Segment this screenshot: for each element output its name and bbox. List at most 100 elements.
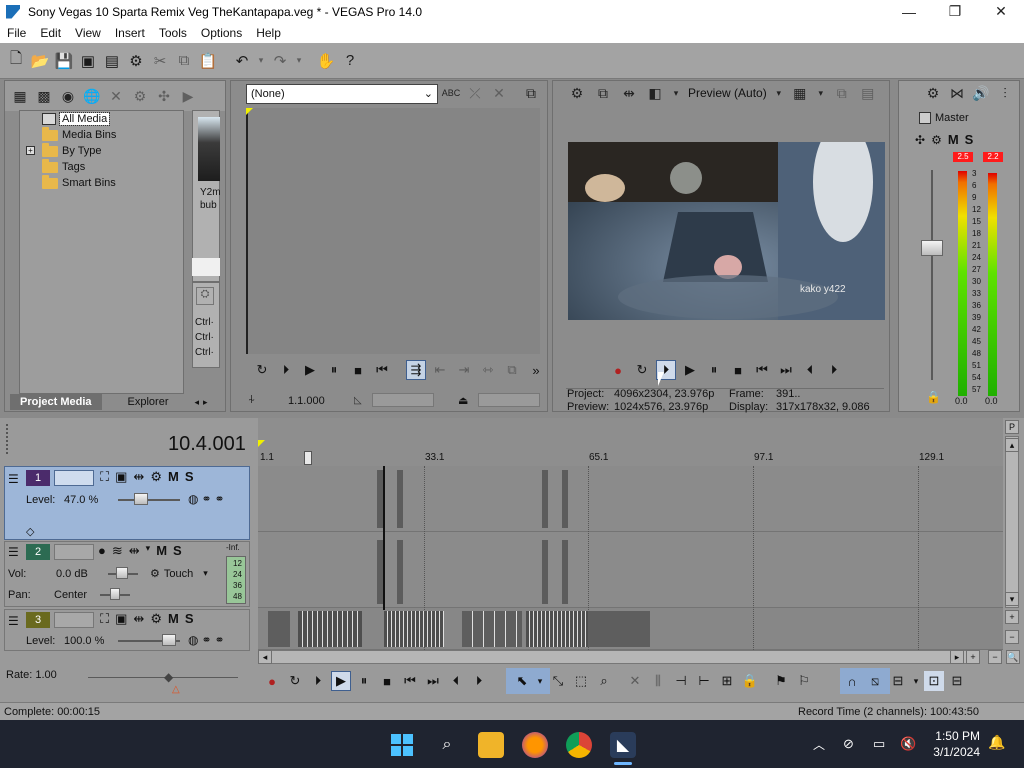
undo-history-icon[interactable]: ▾ bbox=[256, 51, 266, 71]
master-fader-handle[interactable] bbox=[921, 240, 943, 256]
track-1-solo-button[interactable]: S bbox=[185, 469, 194, 485]
play-from-start-icon[interactable]: ⏵ bbox=[276, 360, 296, 380]
track-2-fx-dropdown-icon[interactable]: ▾ bbox=[146, 543, 151, 559]
ignore-grouping-icon[interactable]: ⊟ bbox=[947, 671, 967, 691]
minimize-button[interactable]: — bbox=[886, 0, 932, 23]
split-icon[interactable]: ⊞ bbox=[717, 671, 737, 691]
play-media-icon[interactable]: ▶ bbox=[179, 87, 197, 105]
cursor-timecode[interactable]: 10.4.001 bbox=[168, 433, 246, 456]
trim-end-icon[interactable]: ⊢ bbox=[694, 671, 714, 691]
record-icon[interactable]: ● bbox=[262, 671, 282, 691]
tab-explorer[interactable]: Explorer bbox=[118, 394, 179, 410]
menu-help[interactable]: Help bbox=[249, 26, 288, 40]
vegas-taskbar-icon[interactable]: ◣ bbox=[610, 732, 636, 758]
child-track-icon[interactable]: ⚭ bbox=[215, 492, 225, 506]
track-2-event[interactable] bbox=[542, 540, 548, 604]
auto-ripple-icon[interactable]: ⊟ bbox=[888, 671, 908, 691]
stop-icon[interactable]: ■ bbox=[728, 360, 748, 380]
track-1-motion-icon[interactable]: ⛶ bbox=[100, 469, 109, 485]
track-2-vol-handle[interactable] bbox=[116, 567, 128, 579]
copy-icon[interactable]: ⧉ bbox=[174, 51, 194, 71]
go-to-start-icon[interactable]: ⏮ bbox=[400, 671, 420, 691]
add-before-cursor-icon[interactable]: ⇤ bbox=[430, 360, 450, 380]
undo-icon[interactable]: ↶ bbox=[232, 51, 252, 71]
play-from-start-icon[interactable]: ⏵ bbox=[308, 671, 328, 691]
record-icon[interactable]: ● bbox=[608, 360, 628, 380]
track-2-pan-handle[interactable] bbox=[110, 588, 120, 600]
firefox-icon[interactable] bbox=[522, 732, 548, 758]
trimmer-detach-icon[interactable]: ⧉ bbox=[522, 84, 540, 102]
split-screen-icon[interactable]: ⇹ bbox=[620, 84, 638, 102]
next-frame-icon[interactable]: ⏵ bbox=[824, 360, 844, 380]
notifications-bell-icon[interactable]: 🔔 bbox=[988, 734, 1005, 751]
insert-region-icon[interactable]: ⚐ bbox=[794, 671, 814, 691]
track-3-mute-button[interactable]: M bbox=[168, 611, 179, 627]
redo-icon[interactable]: ↷ bbox=[270, 51, 290, 71]
track-1-keyframe-icon[interactable]: ◇ bbox=[26, 525, 34, 538]
track-2-automation[interactable]: ⚙ Touch ▾ bbox=[150, 567, 208, 581]
auto-ripple-dropdown-icon[interactable]: ▾ bbox=[911, 671, 921, 691]
edit-tool-dropdown-icon[interactable]: ▾ bbox=[535, 671, 545, 691]
zoom-out-vertical-icon[interactable]: − bbox=[1005, 630, 1019, 644]
chrome-icon[interactable] bbox=[566, 732, 592, 758]
add-subclip-icon[interactable]: ⧉ bbox=[502, 360, 522, 380]
tab-scroll-left-icon[interactable]: ◂ bbox=[195, 397, 200, 408]
paste-icon[interactable]: 📋 bbox=[198, 51, 218, 71]
track-2-fx-icon[interactable]: ⇹ bbox=[129, 543, 140, 559]
track-3-name-field[interactable] bbox=[54, 612, 94, 628]
windows-start-icon[interactable] bbox=[389, 732, 415, 758]
track-1-strip[interactable] bbox=[258, 466, 1003, 532]
menu-view[interactable]: View bbox=[68, 26, 108, 40]
master-properties-gear-icon[interactable]: ⚙ bbox=[924, 84, 942, 102]
track-2-mute-button[interactable]: M bbox=[156, 543, 167, 559]
whats-this-help-icon[interactable]: ? bbox=[340, 51, 360, 71]
trimmer-view[interactable] bbox=[246, 108, 540, 354]
scroll-down-icon[interactable]: ▾ bbox=[1005, 592, 1019, 606]
add-after-cursor-icon[interactable]: ⇥ bbox=[454, 360, 474, 380]
go-to-end-icon[interactable]: ⏭ bbox=[776, 360, 796, 380]
expand-by-type-toggle[interactable]: + bbox=[26, 146, 35, 155]
overlays-grid-icon[interactable]: ▦ bbox=[791, 84, 809, 102]
master-fx-gear-icon[interactable]: ⚙ bbox=[931, 133, 942, 147]
track-3-clip[interactable] bbox=[526, 611, 588, 647]
track-2-collapse-icon[interactable]: ☰ bbox=[8, 545, 19, 559]
track-1-level-handle[interactable] bbox=[134, 493, 148, 505]
tab-scroll-right-icon[interactable]: ▸ bbox=[203, 397, 208, 408]
menu-insert[interactable]: Insert bbox=[108, 26, 152, 40]
properties-gear-icon[interactable]: ⚙ bbox=[126, 51, 146, 71]
zoom-out-horizontal-icon[interactable]: − bbox=[988, 650, 1002, 664]
trim-icon[interactable]: ⫼ bbox=[648, 671, 668, 691]
preview-quality-chevron-icon[interactable]: ▾ bbox=[775, 84, 783, 102]
track-1-level-slider[interactable] bbox=[118, 499, 180, 501]
tree-item-tags[interactable]: Tags bbox=[42, 158, 85, 175]
track-3-clip[interactable] bbox=[384, 611, 444, 647]
media-fx-chain-icon[interactable]: ⛭ bbox=[196, 287, 214, 305]
media-thumbnail[interactable] bbox=[198, 117, 220, 181]
parent-track-icon[interactable]: ⚭ bbox=[201, 492, 211, 506]
trimmer-clear-icon[interactable]: ⤫ bbox=[466, 84, 484, 102]
track-2-event[interactable] bbox=[397, 540, 403, 604]
preview-fx-icon[interactable]: ◧ bbox=[646, 84, 664, 102]
track-3-clip[interactable] bbox=[298, 611, 362, 647]
media-fx-icon[interactable]: ⚙ bbox=[131, 87, 149, 105]
insert-marker-icon[interactable]: ⚑ bbox=[771, 671, 791, 691]
pause-icon[interactable]: ⏸ bbox=[354, 671, 374, 691]
playback-rate-slider[interactable] bbox=[88, 677, 238, 678]
enable-snapping-icon[interactable]: ∩ bbox=[842, 671, 862, 691]
auto-crossfade-icon[interactable]: ⧅ bbox=[865, 671, 885, 691]
menu-tools[interactable]: Tools bbox=[152, 26, 194, 40]
parent-track-icon[interactable]: ⚭ bbox=[201, 633, 211, 647]
more-icon[interactable]: » bbox=[526, 360, 546, 380]
track-2-strip[interactable] bbox=[258, 532, 1003, 608]
maximize-button[interactable]: ❐ bbox=[932, 0, 978, 23]
tree-item-all-media[interactable]: All Media bbox=[42, 111, 111, 127]
web-icon[interactable]: 🌐 bbox=[83, 87, 101, 105]
save-as-icon[interactable]: ▣ bbox=[78, 51, 98, 71]
previous-frame-icon[interactable]: ⏴ bbox=[446, 671, 466, 691]
zoom-in-horizontal-icon[interactable]: + bbox=[966, 650, 980, 664]
stop-icon[interactable]: ■ bbox=[348, 360, 368, 380]
render-icon[interactable]: ▤ bbox=[102, 51, 122, 71]
play-icon[interactable]: ▶ bbox=[300, 360, 320, 380]
tree-item-media-bins[interactable]: Media Bins bbox=[42, 126, 116, 143]
new-project-icon[interactable]: 🗋 bbox=[6, 50, 26, 71]
